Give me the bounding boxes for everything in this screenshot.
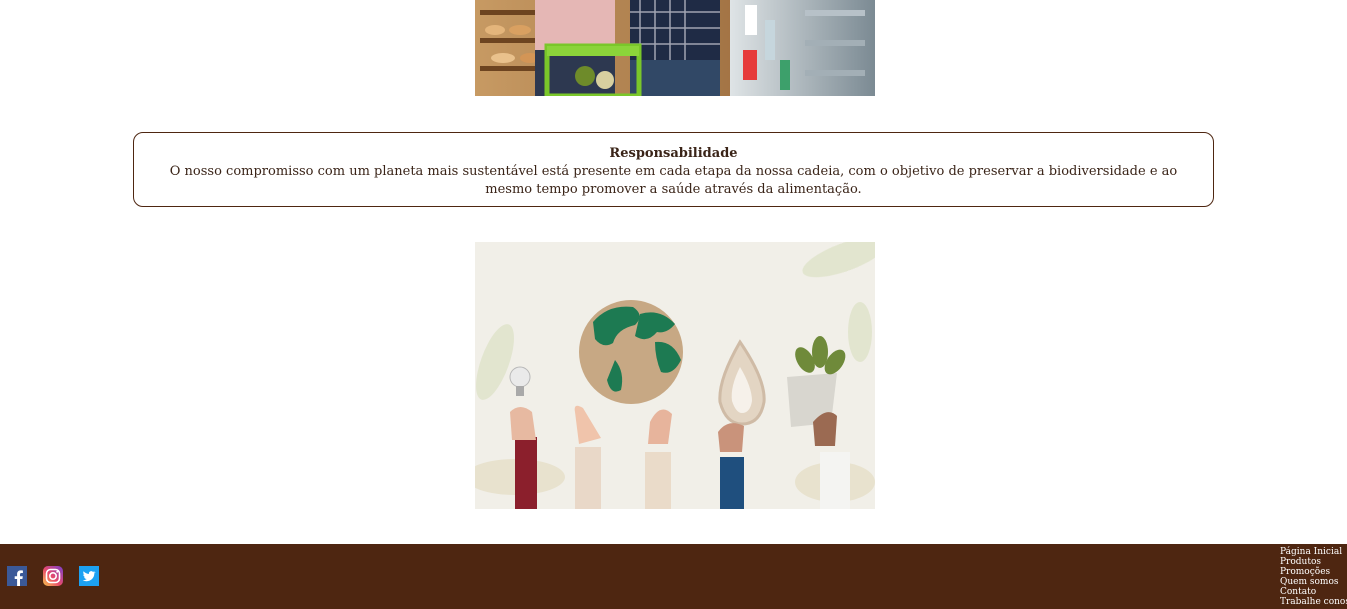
responsibility-title: Responsabilidade — [609, 146, 738, 161]
footer: Página Inicial Produtos Promoções Quem s… — [0, 544, 1347, 609]
sustainability-image — [475, 242, 875, 509]
facebook-icon[interactable] — [7, 566, 27, 586]
footer-link-contact[interactable]: Contato — [1280, 587, 1347, 597]
instagram-icon[interactable] — [43, 566, 63, 586]
responsibility-text: O nosso compromisso com um planeta mais … — [169, 164, 1178, 197]
supermarket-image — [475, 0, 875, 96]
footer-link-careers[interactable]: Trabalhe conosco — [1280, 597, 1347, 607]
footer-link-about[interactable]: Quem somos — [1280, 577, 1347, 587]
twitter-icon[interactable] — [79, 566, 99, 586]
footer-link-home[interactable]: Página Inicial — [1280, 547, 1347, 557]
footer-link-promotions[interactable]: Promoções — [1280, 567, 1347, 577]
responsibility-card: Responsabilidade O nosso compromisso com… — [133, 132, 1214, 207]
footer-link-products[interactable]: Produtos — [1280, 557, 1347, 567]
footer-nav: Página Inicial Produtos Promoções Quem s… — [1280, 547, 1347, 607]
